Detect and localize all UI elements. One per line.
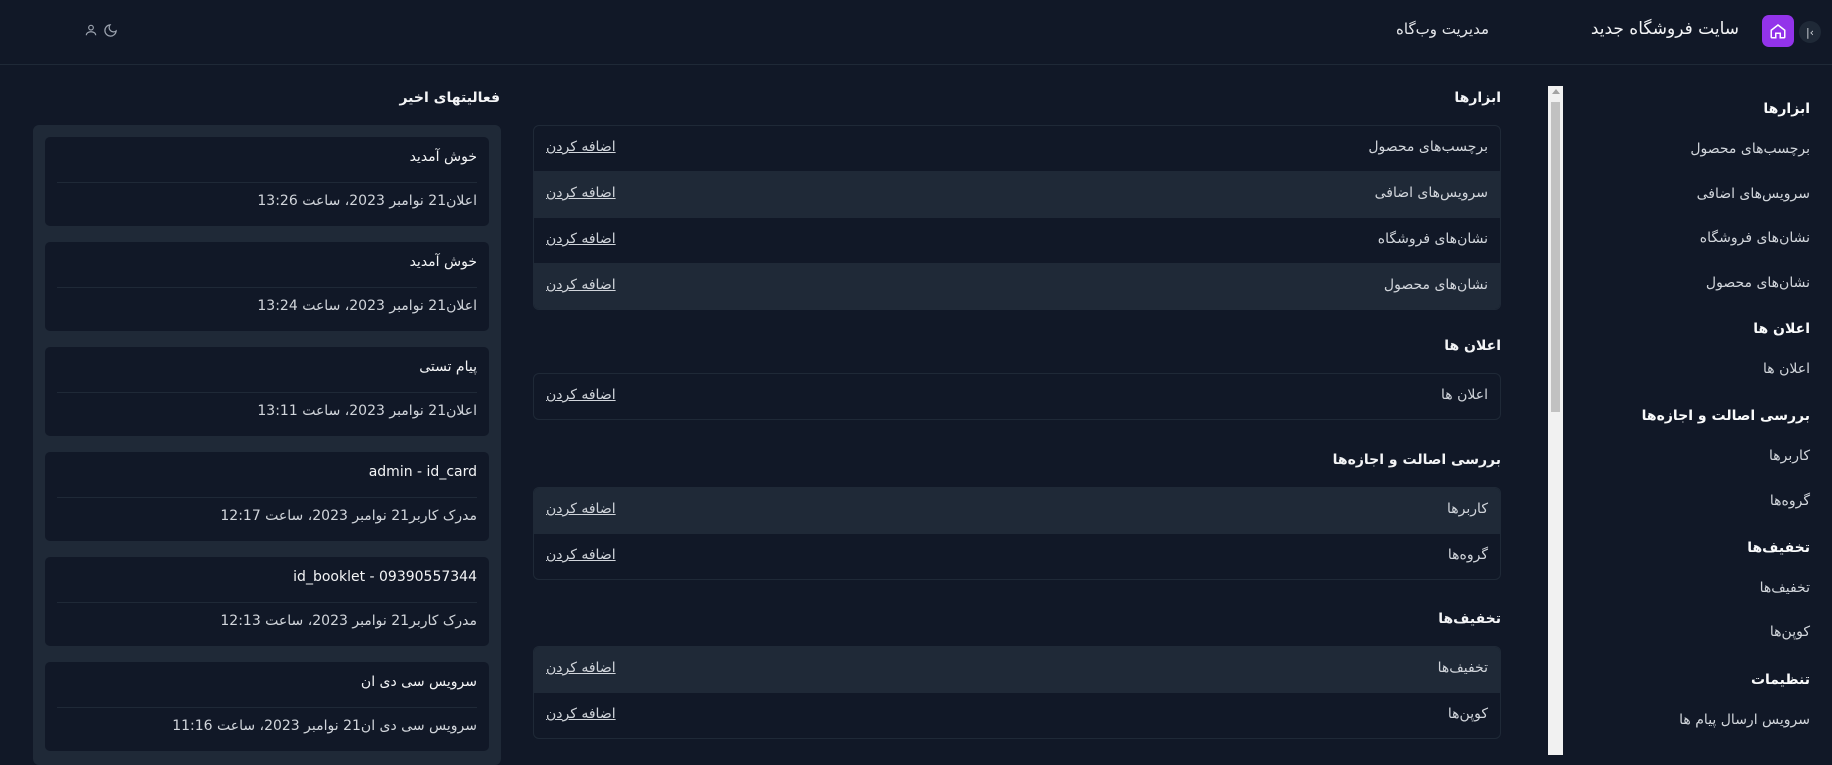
sidebar-section-auth[interactable]: بررسی اصالت و اجازه‌ها <box>1642 408 1810 424</box>
group-table-notifications: اعلان ها اضافه کردن <box>533 373 1501 420</box>
add-link[interactable]: اضافه کردن <box>546 706 616 722</box>
divider <box>57 287 477 288</box>
row-label[interactable]: کاربرها <box>1447 501 1488 517</box>
table-row: برچسب‌های محصول اضافه کردن <box>534 126 1500 172</box>
group-title-auth[interactable]: بررسی اصالت و اجازه‌ها <box>1333 452 1501 468</box>
sidebar-item-product-tags[interactable]: برچسب‌های محصول <box>1690 141 1810 157</box>
scrollbar-thumb[interactable] <box>1551 102 1560 412</box>
list-item[interactable]: سرویس سی دی ان سرویس سی دی ان21 نوامبر 2… <box>45 662 489 751</box>
add-link[interactable]: اضافه کردن <box>546 277 616 293</box>
sidebar-item-notifications[interactable]: اعلان ها <box>1763 361 1810 377</box>
top-header: |‹ سایت فروشگاه جدید مدیریت وب‌گاه <box>0 0 1832 65</box>
activity-title[interactable]: admin - id_card <box>369 464 477 480</box>
activity-meta: مدرک کاربر21 نوامبر 2023، ساعت 12:13 <box>220 613 477 629</box>
table-row: اعلان ها اضافه کردن <box>534 374 1500 419</box>
row-label[interactable]: گروه‌ها <box>1448 547 1488 563</box>
add-link[interactable]: اضافه کردن <box>546 185 616 201</box>
sidebar-item-extra-services[interactable]: سرویس‌های اضافی <box>1697 186 1810 202</box>
row-label[interactable]: نشان‌های محصول <box>1384 277 1488 293</box>
divider <box>57 182 477 183</box>
moon-icon[interactable] <box>101 21 119 39</box>
divider <box>57 497 477 498</box>
row-label[interactable]: اعلان ها <box>1441 387 1488 403</box>
list-item[interactable]: خوش آمدید اعلان21 نوامبر 2023، ساعت 13:2… <box>45 137 489 226</box>
list-item[interactable]: id_booklet - 09390557344 مدرک کاربر21 نو… <box>45 557 489 646</box>
sidebar-item-discounts[interactable]: تخفیف‌ها <box>1760 580 1810 596</box>
sidebar-section-tools[interactable]: ابزارها <box>1763 101 1810 117</box>
admin-title[interactable]: مدیریت وب‌گاه <box>1396 20 1489 38</box>
activity-meta: اعلان21 نوامبر 2023، ساعت 13:26 <box>257 193 477 209</box>
scroll-up-icon[interactable] <box>1552 89 1560 94</box>
group-table-discounts: تخفیف‌ها اضافه کردن کوپن‌ها اضافه کردن <box>533 646 1501 739</box>
list-item[interactable]: admin - id_card مدرک کاربر21 نوامبر 2023… <box>45 452 489 541</box>
sidebar-section-discounts[interactable]: تخفیف‌ها <box>1747 540 1810 556</box>
sidebar: ابزارها برچسب‌های محصول سرویس‌های اضافی … <box>1560 84 1832 755</box>
sidebar-item-coupons[interactable]: کوپن‌ها <box>1770 624 1810 640</box>
activity-meta: اعلان21 نوامبر 2023، ساعت 13:24 <box>257 298 477 314</box>
row-label[interactable]: نشان‌های فروشگاه <box>1378 231 1488 247</box>
sidebar-section-settings[interactable]: تنظیمات <box>1751 672 1810 688</box>
add-link[interactable]: اضافه کردن <box>546 501 616 517</box>
add-link[interactable]: اضافه کردن <box>546 231 616 247</box>
sidebar-item-groups[interactable]: گروه‌ها <box>1770 493 1810 509</box>
activity-title[interactable]: id_booklet - 09390557344 <box>293 569 477 585</box>
group-table-tools: برچسب‌های محصول اضافه کردن سرویس‌های اضا… <box>533 125 1501 310</box>
sidebar-item-product-badges[interactable]: نشان‌های محصول <box>1706 275 1810 291</box>
divider <box>57 392 477 393</box>
site-title[interactable]: سایت فروشگاه جدید <box>1591 19 1739 39</box>
table-row: کاربرها اضافه کردن <box>534 488 1500 534</box>
divider <box>57 707 477 708</box>
sidebar-item-messaging-service[interactable]: سرویس ارسال پیام ها <box>1679 712 1810 728</box>
table-row: سرویس‌های اضافی اضافه کردن <box>534 172 1500 218</box>
add-link[interactable]: اضافه کردن <box>546 660 616 676</box>
list-item[interactable]: پیام تستی اعلان21 نوامبر 2023، ساعت 13:1… <box>45 347 489 436</box>
sidebar-item-store-badges[interactable]: نشان‌های فروشگاه <box>1700 230 1810 246</box>
activity-title[interactable]: پیام تستی <box>419 359 477 375</box>
add-link[interactable]: اضافه کردن <box>546 139 616 155</box>
activity-title[interactable]: خوش آمدید <box>410 254 477 270</box>
activity-title[interactable]: خوش آمدید <box>410 149 477 165</box>
group-title-tools[interactable]: ابزارها <box>1454 90 1501 106</box>
activity-meta: اعلان21 نوامبر 2023، ساعت 13:11 <box>257 403 477 419</box>
row-label[interactable]: برچسب‌های محصول <box>1368 139 1488 155</box>
activity-meta: سرویس سی دی ان21 نوامبر 2023، ساعت 11:16 <box>172 718 477 734</box>
row-label[interactable]: تخفیف‌ها <box>1438 660 1488 676</box>
divider <box>57 602 477 603</box>
table-row: گروه‌ها اضافه کردن <box>534 534 1500 579</box>
activity-meta: مدرک کاربر21 نوامبر 2023، ساعت 12:17 <box>220 508 477 524</box>
recent-activity-list: خوش آمدید اعلان21 نوامبر 2023، ساعت 13:2… <box>33 125 501 765</box>
collapse-icon[interactable]: |‹ <box>1799 21 1821 43</box>
table-row: کوپن‌ها اضافه کردن <box>534 693 1500 738</box>
recent-activity-title: فعالیتهای اخیر <box>399 90 500 106</box>
list-item[interactable]: خوش آمدید اعلان21 نوامبر 2023، ساعت 13:2… <box>45 242 489 331</box>
sidebar-item-users[interactable]: کاربرها <box>1769 448 1810 464</box>
activity-title[interactable]: سرویس سی دی ان <box>361 674 477 690</box>
user-icon[interactable] <box>82 21 100 39</box>
group-title-discounts[interactable]: تخفیف‌ها <box>1438 611 1501 627</box>
group-table-auth: کاربرها اضافه کردن گروه‌ها اضافه کردن <box>533 487 1501 580</box>
group-title-notifications[interactable]: اعلان ها <box>1444 338 1501 354</box>
sidebar-section-notifications[interactable]: اعلان ها <box>1753 321 1810 337</box>
add-link[interactable]: اضافه کردن <box>546 547 616 563</box>
table-row: نشان‌های فروشگاه اضافه کردن <box>534 218 1500 264</box>
table-row: نشان‌های محصول اضافه کردن <box>534 264 1500 309</box>
row-label[interactable]: کوپن‌ها <box>1448 706 1488 722</box>
row-label[interactable]: سرویس‌های اضافی <box>1375 185 1488 201</box>
add-link[interactable]: اضافه کردن <box>546 387 616 403</box>
home-icon[interactable] <box>1762 15 1794 47</box>
table-row: تخفیف‌ها اضافه کردن <box>534 647 1500 693</box>
